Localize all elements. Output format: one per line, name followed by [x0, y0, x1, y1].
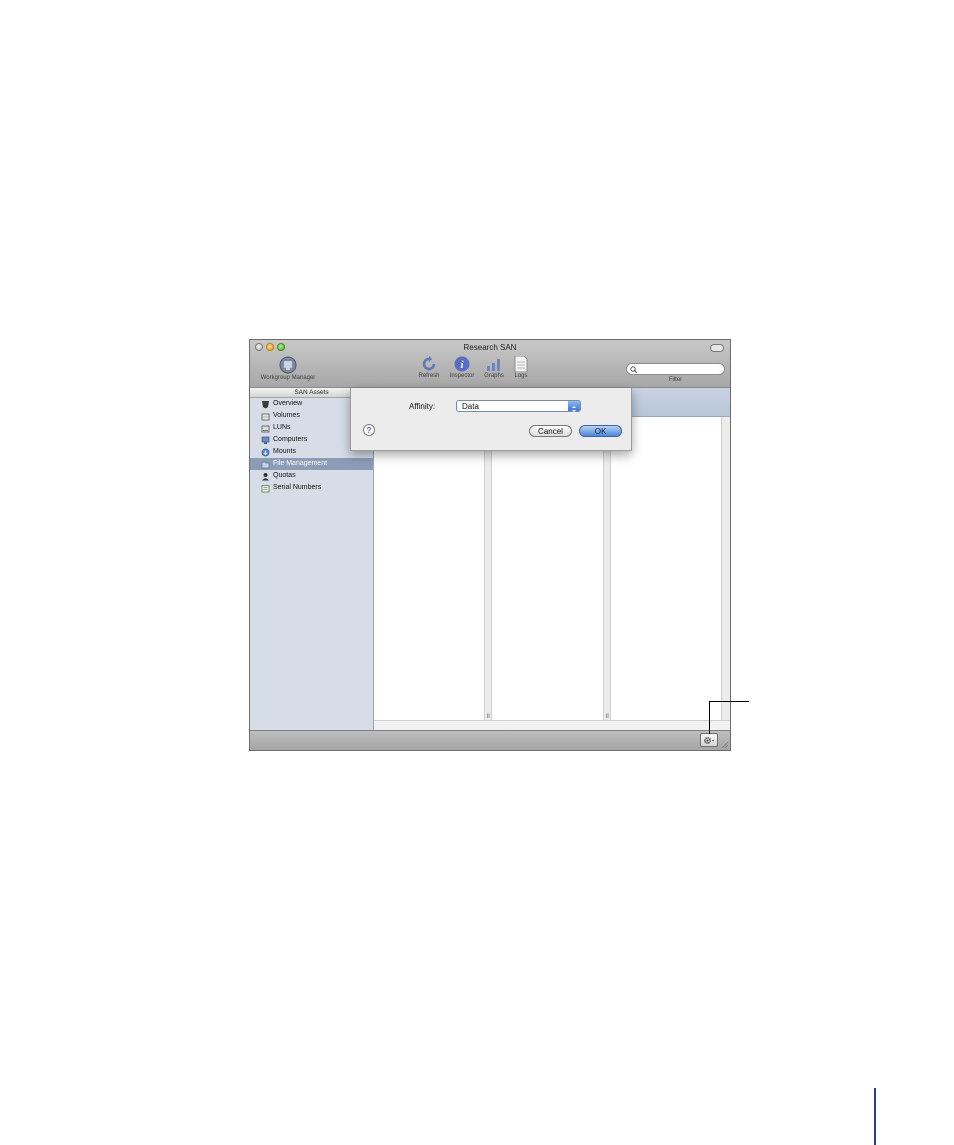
sidebar-item-label: Quotas: [273, 472, 296, 479]
workgroup-manager-button[interactable]: Workgroup Manager: [255, 356, 321, 381]
graphs-label: Graphs: [484, 373, 504, 379]
logs-button[interactable]: Logs: [510, 356, 532, 379]
lun-icon: [261, 425, 270, 432]
serial-number-icon: [261, 484, 270, 492]
workgroup-manager-icon: [279, 356, 297, 374]
mount-icon: [261, 448, 270, 456]
column-resize-handle[interactable]: ll: [484, 417, 492, 721]
app-window: Research SAN Workgroup Manager Refresh i…: [249, 339, 731, 751]
computer-icon: [261, 436, 270, 444]
ok-button[interactable]: OK: [579, 425, 622, 437]
sidebar-item-label: Volumes: [273, 412, 300, 419]
refresh-label: Refresh: [418, 373, 440, 379]
inspector-button[interactable]: i Inspector: [446, 356, 478, 379]
sidebar-item-file-management[interactable]: File Management: [250, 458, 373, 470]
gear-icon: [704, 736, 714, 744]
page-margin-rule: [874, 1088, 876, 1145]
callout-line: [709, 701, 749, 702]
inspector-label: Inspector: [449, 373, 475, 379]
search-icon: [630, 366, 637, 373]
vertical-scrollbar[interactable]: [721, 417, 730, 721]
search-input[interactable]: [640, 364, 720, 374]
toolbar-toggle-button[interactable]: [710, 344, 724, 352]
column-resize-handle[interactable]: ll: [603, 417, 611, 721]
sidebar-item-label: Serial Numbers: [273, 484, 322, 491]
cancel-button[interactable]: Cancel: [529, 425, 572, 437]
overview-icon: [262, 400, 269, 408]
callout-line: [709, 701, 710, 734]
sidebar-item-label: Overview: [273, 400, 303, 407]
help-button[interactable]: ?: [363, 424, 375, 436]
resize-grip-icon[interactable]: [721, 741, 729, 749]
sidebar-item-quotas[interactable]: Quotas: [250, 470, 373, 482]
affinity-sheet: Affinity: Data ? Cancel OK: [350, 388, 632, 451]
affinity-label: Affinity:: [409, 402, 436, 411]
refresh-button[interactable]: Refresh: [415, 356, 443, 379]
logs-icon: [514, 356, 528, 372]
horizontal-scrollbar[interactable]: [374, 720, 730, 730]
folder-icon: [261, 461, 270, 468]
volume-icon: [261, 413, 270, 420]
refresh-icon: [422, 356, 436, 371]
graphs-icon: [487, 359, 500, 371]
action-menu-button[interactable]: [700, 733, 718, 747]
workgroup-manager-label: Workgroup Manager: [260, 375, 316, 381]
sidebar-item-serial-numbers[interactable]: Serial Numbers: [250, 482, 373, 494]
search-field[interactable]: [626, 363, 725, 375]
inspector-icon: i: [454, 356, 470, 372]
sidebar-item-label: LUNs: [273, 424, 291, 431]
toolbar: Research SAN Workgroup Manager Refresh i…: [250, 340, 730, 388]
popup-arrows-icon: [568, 401, 580, 412]
sidebar-item-label: Mounts: [273, 448, 296, 455]
graphs-button[interactable]: Graphs: [481, 356, 507, 379]
affinity-value: Data: [462, 402, 479, 411]
bottom-bar: [250, 730, 730, 750]
sidebar-item-label: File Management: [273, 460, 328, 467]
user-icon: [262, 472, 269, 480]
window-title: Research SAN: [463, 343, 517, 352]
filter-label: Filter: [668, 377, 683, 383]
affinity-popup[interactable]: Data: [456, 400, 581, 412]
logs-label: Logs: [514, 373, 528, 379]
sidebar-item-label: Computers: [273, 436, 308, 443]
